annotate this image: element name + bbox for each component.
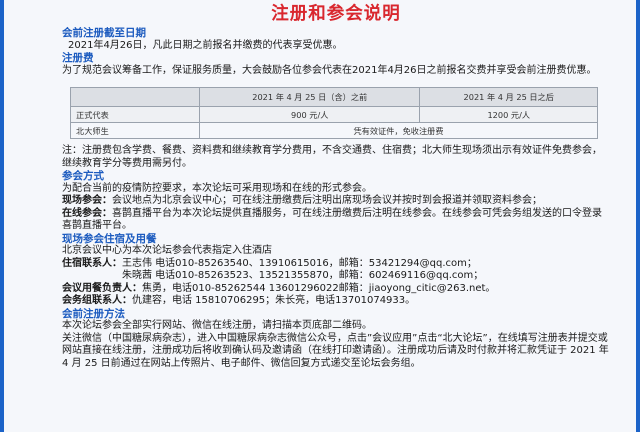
- online-text: 喜鹊直播平台为本次论坛提供直播服务，可在线注册缴费后注明在线参会。在线参会可凭会…: [62, 207, 602, 232]
- fee-table-header-cell: [70, 87, 200, 107]
- register-heading: 会前注册方法: [62, 307, 125, 320]
- hotel-heading: 现场参会住宿及用餐: [62, 232, 157, 245]
- table-cell-after: 1200 元/人: [419, 106, 598, 123]
- meal-contact: 会议用餐负责人：焦勇，电话010-85262544 13601296022邮箱：…: [62, 283, 610, 296]
- hotel-intro: 北京会议中心为本次论坛参会代表指定入住酒店: [62, 245, 272, 256]
- register-line2: 关注微信（中国糖尿病杂志），进入中国糖尿病杂志微信公众号，点击”会议应用”点击“…: [62, 332, 609, 369]
- content: 注册和参会说明 会前注册截至日期 2021年4月26日，凡此日期之前报名并缴费的…: [62, 0, 610, 370]
- fee-note: 注：注册费包含学费、餐费、资料费和继续教育学分费用，不含交通费、住宿费；北大师生…: [62, 145, 602, 169]
- page: 注册和参会说明 会前注册截至日期 2021年4月26日，凡此日期之前报名并缴费的…: [0, 0, 640, 432]
- table-cell-before: 900 元/人: [198, 106, 421, 123]
- table-cell-label: 北大师生: [70, 122, 200, 139]
- deadline-text: 2021年4月26日，凡此日期之前报名并缴费的代表享受优惠。: [68, 39, 343, 51]
- onsite-text: 会议地点为北京会议中心；可在线注册缴费后注明出席现场会议并按时到会报道并领取资料…: [112, 195, 542, 206]
- onsite-paragraph: 现场参会：会议地点为北京会议中心；可在线注册缴费后注明出席现场会议并按时到会报道…: [62, 195, 610, 208]
- onsite-label: 现场参会：: [62, 195, 112, 206]
- fee-text: 为了规范会议筹备工作，保证服务质量，大会鼓励各位参会代表在2021年4月26日之…: [62, 64, 597, 76]
- table-cell-label: 正式代表: [70, 106, 200, 123]
- right-accent-bar: [636, 0, 640, 432]
- fee-table-header: 2021 年 4 月 25 日（含）之前 2021 年 4 月 25 日之后: [70, 87, 598, 107]
- register-line1: 本次论坛参会全部实行网站、微信在线注册，请扫描本页底部二维码。: [62, 320, 372, 331]
- stay-contact-2: 朱晓茜 电话010-85263523、13521355870，邮箱：602469…: [122, 270, 484, 281]
- stay-contact-1: 王志伟 电话010-85263540、13910615016，邮箱：534212…: [122, 257, 477, 269]
- method-intro: 为配合当前的疫情防控要求，本次论坛可采用现场和在线的形式参会。: [62, 182, 372, 194]
- left-accent-bar: [0, 0, 4, 432]
- table-cell-merged: 凭有效证件，免收注册费: [199, 122, 598, 139]
- staff-text: 仇建容，电话 15810706295；朱长亮，电话13701074933。: [132, 295, 416, 306]
- online-paragraph: 在线参会：喜鹊直播平台为本次论坛提供直播服务，可在线注册缴费后注明在线参会。在线…: [62, 208, 610, 233]
- staff-label: 会务组联系人：: [62, 295, 132, 306]
- stay-label: 住宿联系人：: [62, 257, 122, 269]
- meal-text: 焦勇，电话010-85262544 13601296022邮箱：jiaoyong…: [142, 282, 496, 294]
- page-title: 注册和参会说明: [271, 4, 401, 24]
- stay-contact: 住宿联系人：王志伟 电话010-85263540、13910615016，邮箱：…: [62, 258, 610, 271]
- deadline-heading: 会前注册截至日期: [62, 27, 146, 39]
- fee-table-header-cell: 2021 年 4 月 25 日之后: [419, 87, 598, 107]
- table-row: 北大师生 凭有效证件，免收注册费: [70, 122, 598, 139]
- fee-table: 2021 年 4 月 25 日（含）之前 2021 年 4 月 25 日之后 正…: [70, 87, 598, 139]
- fee-table-header-cell: 2021 年 4 月 25 日（含）之前: [198, 87, 421, 107]
- meal-label: 会议用餐负责人：: [62, 282, 142, 294]
- table-row: 正式代表 900 元/人 1200 元/人: [70, 106, 598, 123]
- staff-contact: 会务组联系人：仇建容，电话 15810706295；朱长亮，电话13701074…: [62, 295, 610, 308]
- online-label: 在线参会：: [62, 207, 112, 219]
- method-heading: 参会方式: [62, 170, 104, 182]
- fee-heading: 注册费: [62, 52, 94, 64]
